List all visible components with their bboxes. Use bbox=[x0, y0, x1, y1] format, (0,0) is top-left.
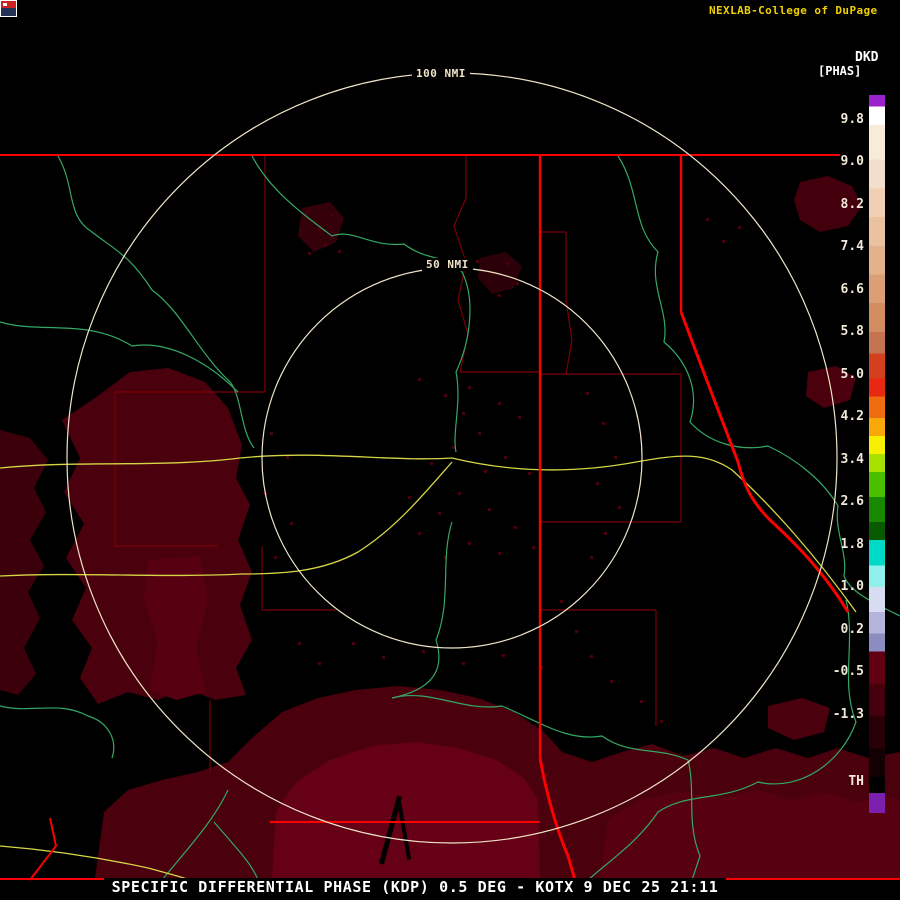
color-bar bbox=[869, 95, 885, 813]
site-title: NEXLAB-College of DuPage bbox=[709, 4, 878, 17]
scale-tick-label: 1.8 bbox=[840, 537, 864, 552]
echo-region-southeast-mid bbox=[600, 790, 900, 878]
river bbox=[251, 155, 471, 453]
scale-threshold-label: TH bbox=[848, 774, 864, 789]
scale-tick-label: 9.8 bbox=[840, 112, 864, 127]
cod-logo-icon bbox=[0, 0, 17, 17]
scale-tick-label: 2.6 bbox=[840, 494, 864, 509]
river bbox=[0, 705, 115, 759]
radar-map bbox=[0, 72, 900, 883]
highway bbox=[451, 455, 857, 613]
scale-tick-label: 9.0 bbox=[840, 154, 864, 169]
product-caption: SPECIFIC DIFFERENTIAL PHASE (KDP) 0.5 DE… bbox=[0, 877, 830, 896]
river bbox=[391, 521, 453, 699]
scale-tick-label: 4.2 bbox=[840, 409, 864, 424]
radar-viewer: NEXLAB-College of DuPage DKD [PHAS] 9.8 … bbox=[0, 0, 900, 900]
product-unit-label: [PHAS] bbox=[818, 64, 862, 78]
echo-region-west-edge bbox=[0, 430, 48, 695]
scale-tick-label: 7.4 bbox=[840, 239, 864, 254]
echo-patch-center-north bbox=[478, 252, 522, 294]
scale-tick-label: 6.6 bbox=[840, 282, 864, 297]
product-code-label: DKD bbox=[855, 50, 879, 65]
range-ring-100nmi-label: 100 NMI bbox=[412, 67, 470, 80]
product-caption-text: SPECIFIC DIFFERENTIAL PHASE (KDP) 0.5 DE… bbox=[103, 878, 727, 896]
range-ring-50nmi-label: 50 NMI bbox=[422, 258, 473, 271]
scale-tick-label: 8.2 bbox=[840, 197, 864, 212]
scale-tick-label: 0.2 bbox=[840, 622, 864, 637]
scale-tick-label: 5.0 bbox=[840, 367, 864, 382]
scale-tick-label: -1.3 bbox=[832, 707, 864, 722]
scale-tick-label: 5.8 bbox=[840, 324, 864, 339]
scale-tick-label: -0.5 bbox=[832, 664, 864, 679]
scale-tick-label: 3.4 bbox=[840, 452, 864, 467]
scale-tick-label: 1.0 bbox=[840, 579, 864, 594]
